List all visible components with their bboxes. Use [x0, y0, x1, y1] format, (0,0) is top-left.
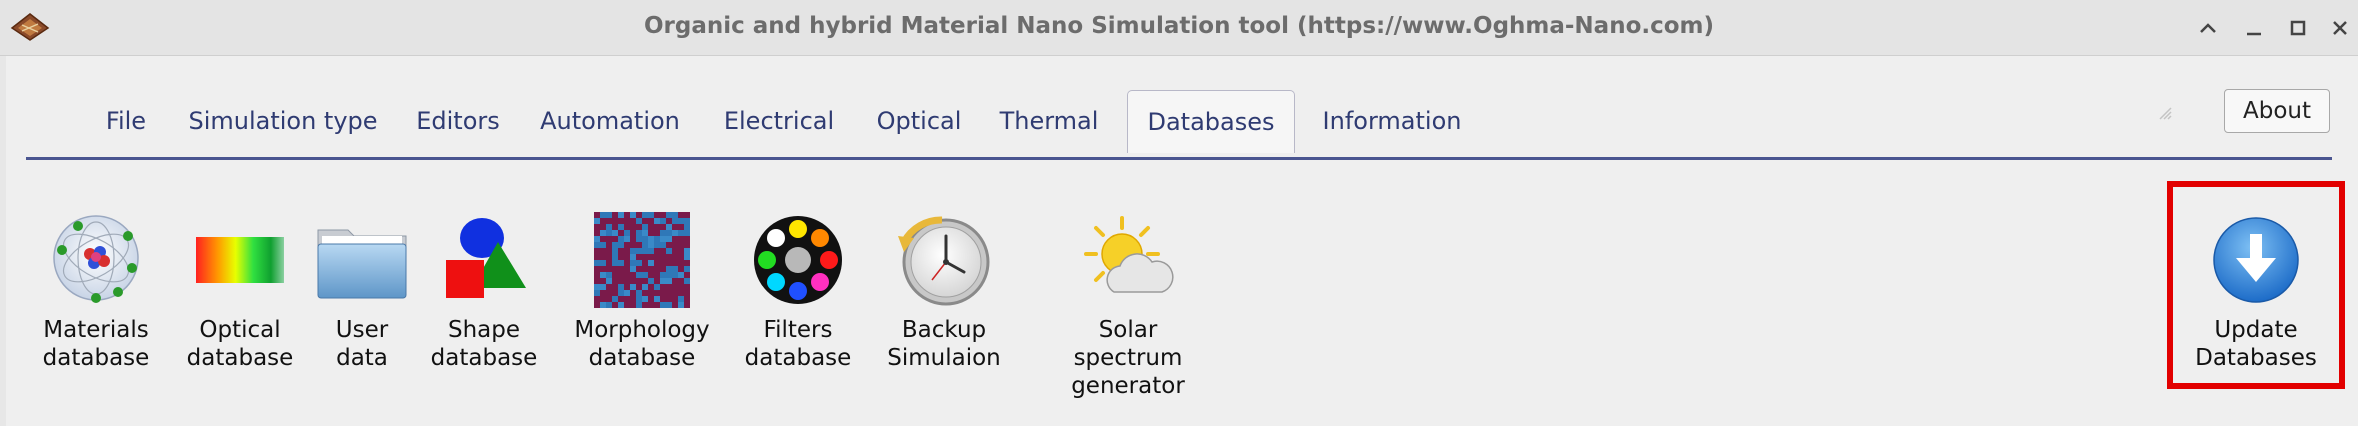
tool-label-line1: Filters — [763, 317, 833, 343]
window-title: Organic and hybrid Material Nano Simulat… — [643, 13, 1715, 39]
tab-simulation-type[interactable]: Simulation type — [182, 95, 384, 147]
morphology-icon — [594, 212, 690, 308]
tab-thermal[interactable]: Thermal — [994, 95, 1104, 147]
tool-label-line2: data — [336, 345, 388, 371]
tool-label-line2: generator — [1071, 373, 1185, 399]
chevron-up-icon — [2200, 23, 2216, 33]
tool-label-line1: Backup — [901, 317, 987, 343]
about-button[interactable]: About — [2224, 89, 2330, 133]
tool-label-line1: Solar spectrum — [1073, 317, 1183, 371]
atom-icon — [53, 215, 139, 303]
tab-underline — [26, 157, 2332, 160]
tool-label-line1: Shape — [447, 317, 521, 343]
maximize-icon — [2290, 20, 2306, 36]
window-minimize-button[interactable] — [2236, 10, 2272, 46]
tool-label-line1: Optical — [199, 317, 281, 343]
tool-label-line2: database — [430, 345, 538, 371]
tab-electrical[interactable]: Electrical — [716, 95, 842, 147]
sun-cloud-icon — [1084, 216, 1174, 293]
backup-clock-icon — [898, 216, 990, 306]
tool-label-line1: Materials — [43, 317, 149, 343]
tool-label-line2: Simulaion — [887, 345, 1001, 371]
folder-icon — [317, 229, 407, 299]
tool-label-line2: database — [744, 345, 852, 371]
tab-databases[interactable]: Databases — [1127, 90, 1295, 153]
window-maximize-button[interactable] — [2280, 10, 2316, 46]
window-border — [0, 56, 6, 426]
tab-file[interactable]: File — [96, 95, 156, 147]
spectrum-icon — [196, 237, 284, 283]
tab-optical[interactable]: Optical — [870, 95, 968, 147]
tab-information[interactable]: Information — [1310, 95, 1474, 147]
tool-label-line1: Morphology — [574, 317, 710, 343]
signal-grip-icon — [2159, 107, 2172, 120]
tab-editors[interactable]: Editors — [410, 95, 506, 147]
filters-icon — [754, 216, 842, 304]
tool-label-line1: User — [335, 317, 389, 343]
tool-label-line2: database — [186, 345, 294, 371]
tool-label-line2: database — [42, 345, 150, 371]
shapes-icon — [446, 218, 526, 298]
tool-label-line2: database — [588, 345, 696, 371]
close-icon — [2333, 21, 2347, 35]
title-bar: Organic and hybrid Material Nano Simulat… — [0, 0, 2358, 56]
highlight-box — [2167, 181, 2345, 389]
window-close-button[interactable] — [2322, 10, 2358, 46]
tab-automation[interactable]: Automation — [530, 95, 690, 147]
minimize-icon — [2247, 32, 2261, 36]
window-shade-button[interactable] — [2190, 10, 2226, 46]
